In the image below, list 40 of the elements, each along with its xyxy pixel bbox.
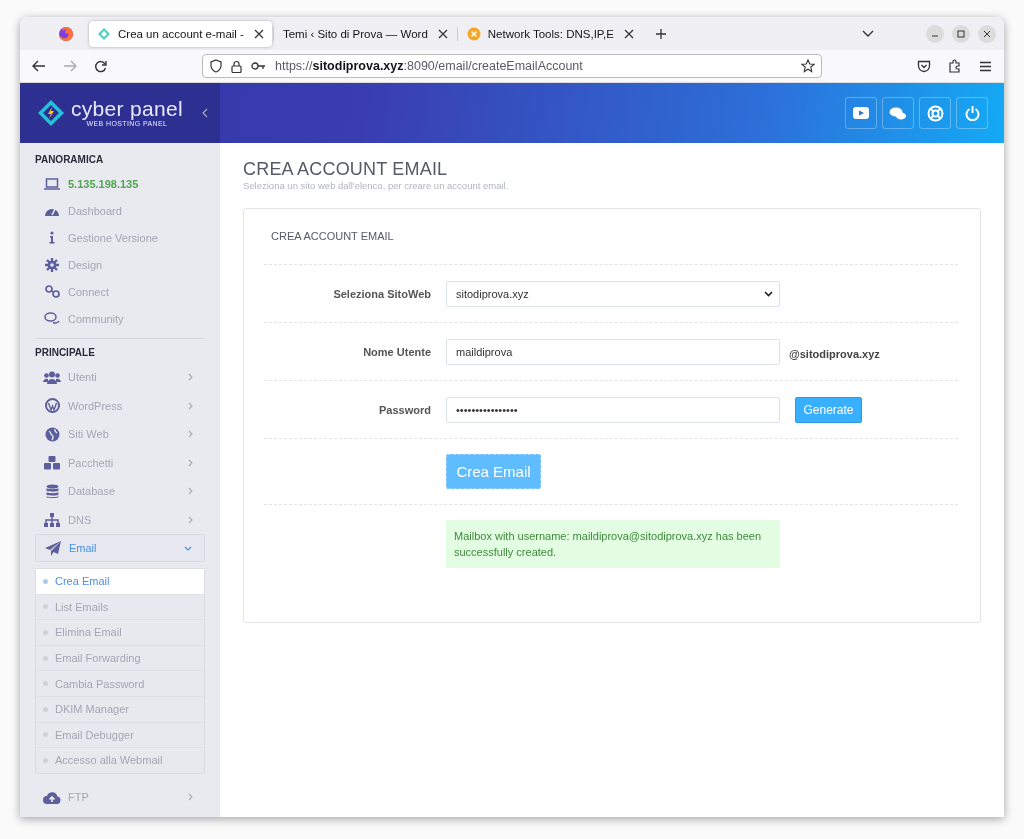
password-field[interactable]: •••••••••••••••• (446, 396, 780, 423)
generate-button[interactable]: Generate (795, 396, 862, 423)
browser-tab[interactable]: Crea un account e-mail - (89, 20, 272, 47)
field-label: Password (378, 403, 431, 416)
address-bar[interactable]: https://sitodiprova.xyz:8090/email/createEmailAccount (202, 54, 822, 78)
submenu-item[interactable]: Crea Email (36, 569, 204, 594)
sidebar-menu-item[interactable]: Database (68, 485, 188, 498)
create-email-button[interactable]: Crea Email (446, 454, 541, 489)
sidebar-link[interactable]: Dashboard (68, 204, 122, 217)
sidebar-menu-item[interactable]: Siti Web (68, 428, 188, 441)
sidebar-link[interactable]: Community (68, 312, 124, 325)
sidebar-menu-item[interactable]: WordPress (68, 399, 188, 412)
success-message: Mailbox with username: maildiprova@sitodiprova.xyz has been successfully created. (446, 520, 780, 568)
browser-tab[interactable]: Network Tools: DNS,IP,E (458, 20, 642, 47)
sidebar-link[interactable]: Design (68, 258, 103, 271)
tab-title: Crea un account e-mail - (118, 27, 244, 40)
page-title: CREA ACCOUNT EMAIL (243, 159, 449, 179)
website-select[interactable]: sitodiprova.xyz (446, 280, 780, 307)
domain-suffix: @sitodiprova.xyz (789, 348, 880, 360)
field-label: Nome Utente (362, 345, 431, 358)
tab-title: Network Tools: DNS,IP,E (487, 27, 614, 40)
url-text: https://sitodiprova.xyz:8090/email/createEmailAccount (275, 59, 584, 73)
sidebar-link[interactable]: Gestione Versione (68, 231, 158, 244)
sidebar-menu-item[interactable]: FTP (68, 791, 188, 803)
tab-title: Temi ‹ Sito di Prova — Word (282, 27, 428, 40)
sidebar-menu-item[interactable]: DNS (68, 513, 188, 526)
page-subtitle: Seleziona un sito web dall'elenco, per creare un account email. (243, 180, 510, 191)
username-field[interactable]: maildiprova (446, 338, 780, 365)
logo-text: cyber panel (71, 98, 183, 120)
sidebar-menu-item[interactable]: Pacchetti (68, 456, 188, 469)
field-label: Seleziona SitoWeb (332, 287, 431, 300)
server-ip-link[interactable]: 5.135.198.135 (68, 177, 139, 190)
submenu-item[interactable]: Accesso alla Webmail (36, 747, 204, 773)
sidebar-link[interactable]: Connect (68, 285, 109, 298)
sidebar-menu-item[interactable]: Utenti (68, 371, 188, 384)
card-title: CREA ACCOUNT EMAIL (264, 230, 958, 265)
section-heading: PRINCIPALE (35, 346, 96, 360)
section-heading: PANORAMICA (35, 153, 105, 167)
browser-tab[interactable]: Temi ‹ Sito di Prova — Word (274, 20, 456, 47)
sidebar-menu-item[interactable]: Email (69, 542, 184, 554)
